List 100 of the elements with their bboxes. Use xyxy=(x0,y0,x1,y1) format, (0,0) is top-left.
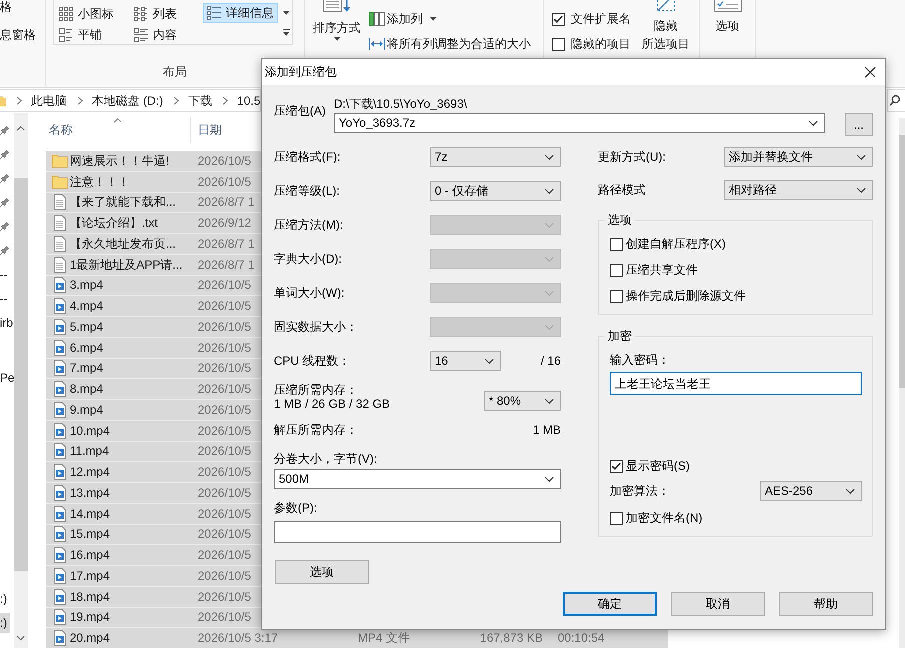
file-name: 6.mp4 xyxy=(70,340,104,355)
hide-selected-button[interactable]: 隐藏 所选项目 xyxy=(640,0,692,53)
checkbox[interactable] xyxy=(552,12,565,26)
nav-item[interactable]: :) xyxy=(0,613,10,633)
file-row[interactable]: 1最新地址及APP请... 2026/8/7 1 xyxy=(46,254,261,276)
parameters-field[interactable] xyxy=(274,521,561,543)
column-header[interactable]: 日期 xyxy=(191,113,261,147)
options-button[interactable]: 选项 xyxy=(275,560,369,584)
dialog-button[interactable]: 帮助 xyxy=(779,592,873,616)
checkbox-label[interactable]: 加密文件名(N) xyxy=(626,511,703,525)
file-row[interactable]: 3.mp4 2026/10/5 xyxy=(46,276,261,296)
add-columns-button[interactable]: 添加列 xyxy=(367,9,439,29)
memory-limit-dropdown[interactable]: * 80% xyxy=(484,391,561,411)
dialog-button[interactable]: 确定 xyxy=(563,592,657,616)
scrollbar-thumb[interactable] xyxy=(899,135,905,388)
password-field[interactable]: 上老王论坛当老王 xyxy=(610,372,862,395)
file-row[interactable]: 15.mp4 2026/10/5 xyxy=(46,524,261,546)
address-field[interactable]: 此电脑 本地磁盘 (D:) 下载 10.5 xyxy=(0,89,261,112)
checkbox[interactable] xyxy=(610,264,623,276)
file-row[interactable]: 5.mp4 2026/10/5 xyxy=(46,317,261,338)
browse-button[interactable]: ... xyxy=(845,113,873,136)
archive-name-field[interactable]: YoYo_3693.7z xyxy=(334,113,825,133)
nav-item[interactable]: :) xyxy=(0,589,10,609)
breadcrumb-item[interactable]: 10.5 xyxy=(237,94,261,108)
video-file-icon xyxy=(54,464,66,480)
checkbox-label[interactable]: 文件扩展名 xyxy=(571,12,631,26)
checkbox-label[interactable]: 显示密码(S) xyxy=(626,459,690,473)
file-date: 2026/10/5 xyxy=(198,548,252,562)
pane-button[interactable]: 格 xyxy=(0,0,12,14)
file-row[interactable]: 9.mp4 2026/10/5 xyxy=(46,400,261,421)
checkbox[interactable] xyxy=(552,38,565,50)
view-option[interactable]: 平铺 xyxy=(55,25,106,44)
file-row[interactable]: 7.mp4 2026/10/5 xyxy=(46,358,261,380)
setting-dropdown[interactable]: 7z xyxy=(430,147,561,167)
breadcrumb-item[interactable]: 下载 xyxy=(188,94,212,108)
file-date: 2026/8/7 1 xyxy=(198,258,255,272)
nav-item[interactable]: Pe xyxy=(0,368,18,388)
volume-size-field[interactable]: 500M xyxy=(274,469,561,489)
scroll-up-icon[interactable] xyxy=(17,126,25,131)
thread-count-dropdown[interactable]: 16 xyxy=(430,351,501,371)
scrollbar[interactable] xyxy=(14,113,28,648)
file-row[interactable]: 网速展示！！牛逼! 2026/10/5 xyxy=(46,151,261,172)
scrollbar-thumb[interactable] xyxy=(14,178,28,571)
encryption-method-dropdown[interactable]: AES-256 xyxy=(760,481,862,501)
file-row[interactable]: 注意！！！ 2026/10/5 xyxy=(46,172,261,192)
file-row[interactable]: 10.mp4 2026/10/5 xyxy=(46,420,261,442)
file-row[interactable]: 17.mp4 2026/10/5 xyxy=(46,566,261,587)
field-label: 输入密码： xyxy=(610,353,670,367)
file-row[interactable]: 12.mp4 2026/10/5 xyxy=(46,462,261,483)
update-mode-dropdown[interactable]: 添加并替换文件 xyxy=(724,147,873,167)
field-label: 分卷大小，字节(V): xyxy=(274,452,378,466)
file-row[interactable]: 14.mp4 2026/10/5 xyxy=(46,504,261,524)
checkbox-label[interactable]: 隐藏的项目 xyxy=(571,37,631,51)
file-date: 2026/10/5 xyxy=(198,527,252,542)
file-row[interactable]: 16.mp4 2026/10/5 xyxy=(46,545,261,566)
nav-item[interactable]: irb xyxy=(0,313,16,333)
checkbox[interactable] xyxy=(610,460,623,472)
chevron-down-icon xyxy=(485,358,494,364)
view-option[interactable]: 小图标 xyxy=(55,4,118,23)
file-row[interactable]: 【论坛介绍】.txt 2026/9/12 xyxy=(46,213,261,234)
file-name: 13.mp4 xyxy=(70,486,110,500)
file-name: 网速展示！！牛逼! xyxy=(70,154,170,168)
search-field[interactable] xyxy=(887,89,905,112)
file-row[interactable]: 4.mp4 2026/10/5 xyxy=(46,296,261,317)
checkbox[interactable] xyxy=(610,512,623,524)
view-option[interactable]: 内容 xyxy=(130,25,181,44)
setting-dropdown[interactable]: 0 - 仅存储 xyxy=(430,181,561,201)
close-icon xyxy=(864,66,876,78)
sort-button[interactable]: 排序方式 xyxy=(310,0,364,41)
file-row[interactable]: 8.mp4 2026/10/5 xyxy=(46,379,261,400)
checkbox[interactable] xyxy=(610,290,623,302)
breadcrumb-item[interactable]: 此电脑 xyxy=(31,94,67,108)
file-row[interactable]: 19.mp4 2026/10/5 xyxy=(46,608,261,628)
size-columns-button[interactable]: 将所有列调整为合适的大小 xyxy=(367,34,533,54)
file-row[interactable]: 18.mp4 2026/10/5 xyxy=(46,586,261,608)
expand-gallery-icon[interactable] xyxy=(282,29,290,36)
file-row[interactable]: 13.mp4 2026/10/5 xyxy=(46,483,261,504)
file-row[interactable]: 11.mp4 2026/10/5 xyxy=(46,442,261,462)
file-date: 2026/10/5 xyxy=(198,590,252,604)
column-header[interactable]: 名称 xyxy=(46,113,190,147)
view-option[interactable]: 详细信息 xyxy=(203,3,278,23)
file-row[interactable]: 6.mp4 2026/10/5 xyxy=(46,338,261,358)
caret-down-icon[interactable] xyxy=(282,10,290,14)
scroll-down-icon[interactable] xyxy=(17,636,25,641)
file-row[interactable]: 【永久地址发布页... 2026/8/7 1 xyxy=(46,234,261,255)
pane-button[interactable]: 息窗格 xyxy=(0,28,36,42)
view-option[interactable]: 列表 xyxy=(130,4,181,23)
checkbox-label[interactable]: 操作完成后删除源文件 xyxy=(626,289,746,303)
nav-item[interactable]: -- xyxy=(0,265,11,285)
checkbox-label[interactable]: 创建自解压程序(X) xyxy=(626,237,726,251)
scrollbar[interactable] xyxy=(899,118,905,648)
checkbox-label[interactable]: 压缩共享文件 xyxy=(626,263,698,277)
file-row[interactable]: 【来了就能下载和... 2026/8/7 1 xyxy=(46,192,261,214)
breadcrumb-item[interactable]: 本地磁盘 (D:) xyxy=(92,94,164,108)
file-row[interactable]: 20.mp4 2026/10/5 3:17 MP4 文件 167,873 KB 00:10:54 xyxy=(46,628,668,648)
checkbox[interactable] xyxy=(610,238,623,250)
options-button[interactable]: 选项 xyxy=(714,0,742,33)
dialog-button[interactable]: 取消 xyxy=(671,592,765,616)
path-mode-dropdown[interactable]: 相对路径 xyxy=(724,180,873,200)
nav-item[interactable]: -- xyxy=(0,289,11,309)
